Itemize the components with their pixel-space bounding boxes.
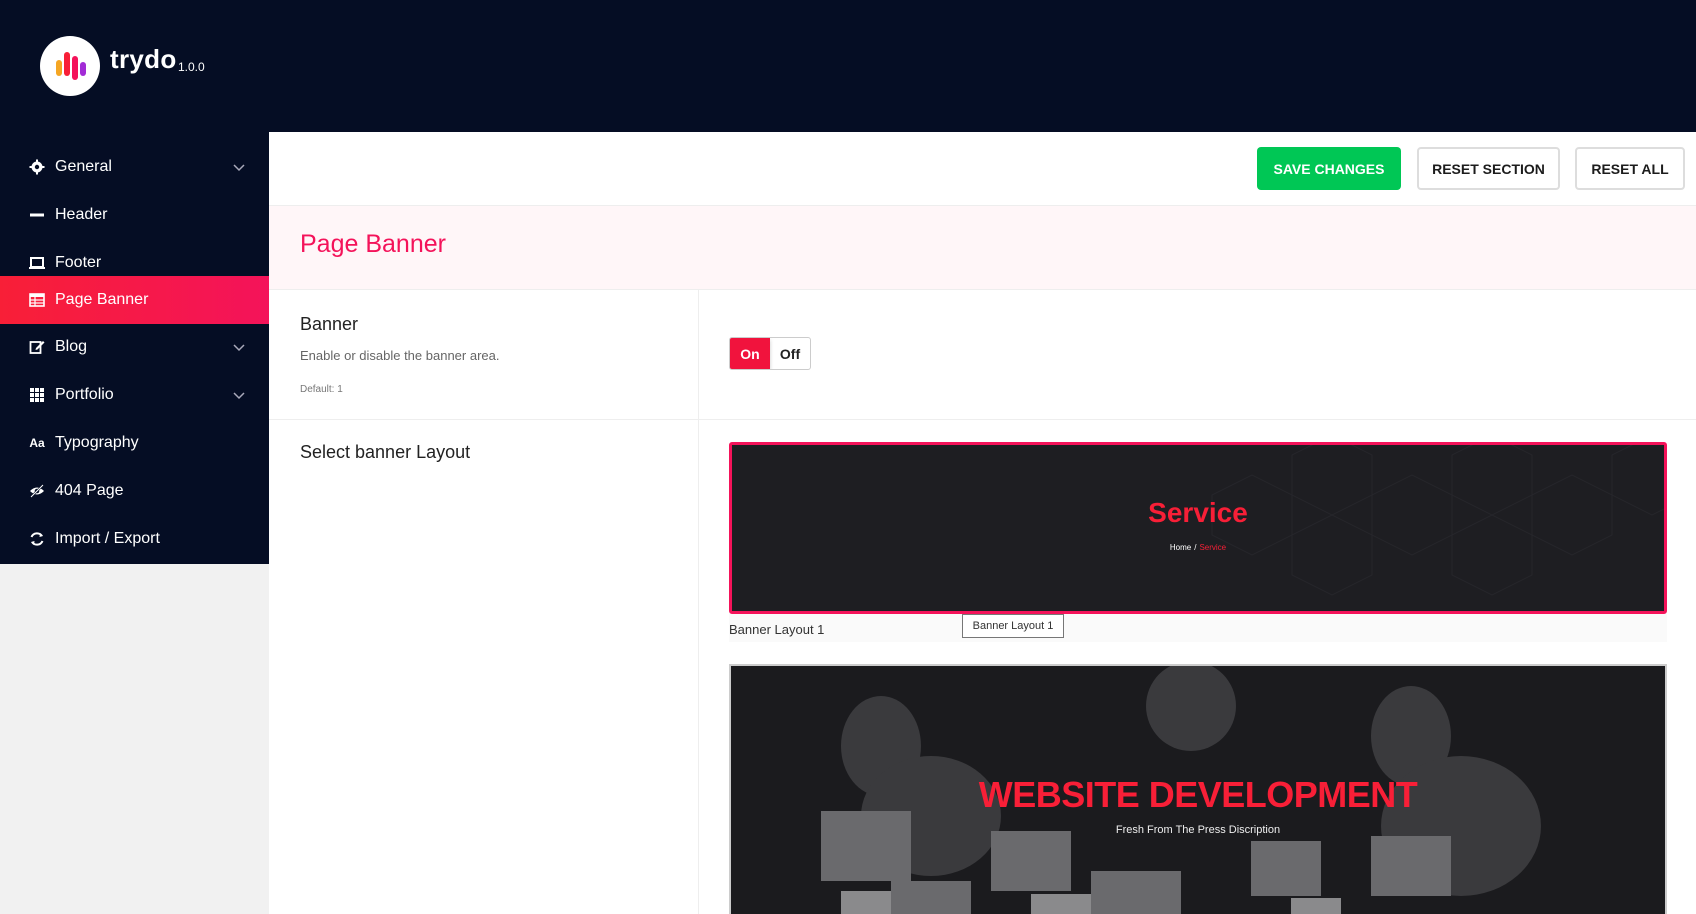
top-bar: trydo 1.0.0	[0, 0, 1696, 132]
banner-field-default: Default: 1	[300, 384, 343, 395]
sidebar-item-header[interactable]: Header	[0, 191, 269, 239]
brand-name: trydo	[110, 44, 177, 74]
breadcrumb-separator: /	[1194, 543, 1197, 552]
sidebar-item-label: Typography	[55, 434, 139, 451]
sidebar-empty-area	[0, 564, 269, 914]
sidebar-item-label: Footer	[55, 254, 102, 271]
breadcrumb-current: Service	[1199, 543, 1227, 552]
layout2-preview-title: WEBSITE DEVELOPMENT	[978, 774, 1418, 815]
chevron-down-icon	[233, 164, 245, 172]
tooltip: Banner Layout 1	[962, 614, 1064, 638]
logo-icon	[56, 52, 86, 80]
sidebar-item-label: Page Banner	[55, 291, 149, 308]
layout1-label-strip	[729, 612, 1667, 642]
reset-all-button[interactable]: RESET ALL	[1575, 147, 1685, 190]
brand-version: 1.0.0	[178, 60, 205, 74]
chevron-down-icon	[233, 392, 245, 400]
main-panel: SAVE CHANGES RESET SECTION RESET ALL Pag…	[269, 132, 1696, 914]
sidebar-item-label: Import / Export	[55, 530, 160, 547]
sidebar-item-label: Header	[55, 206, 108, 223]
font-icon: Aa	[29, 436, 45, 450]
banner-layout-1-option[interactable]: Service Home / Service	[729, 442, 1667, 614]
layout-field-title: Select banner Layout	[300, 442, 471, 462]
sidebar-item-general[interactable]: General	[0, 143, 269, 191]
sidebar-item-label: 404 Page	[55, 482, 124, 499]
sidebar-item-typography[interactable]: Aa Typography	[0, 419, 269, 467]
edit-icon	[28, 338, 46, 356]
sidebar-item-import-export[interactable]: Import / Export	[0, 515, 269, 563]
sidebar-item-label: General	[55, 158, 112, 175]
reset-section-button[interactable]: RESET SECTION	[1417, 147, 1560, 190]
sidebar-item-blog[interactable]: Blog	[0, 323, 269, 371]
layout2-preview-subtitle: Fresh From The Press Discription	[1115, 824, 1281, 836]
sidebar-item-404-page[interactable]: 404 Page	[0, 467, 269, 515]
gear-icon	[28, 158, 46, 176]
breadcrumb-home: Home	[1169, 543, 1192, 552]
toggle-on-button[interactable]: On	[730, 338, 770, 369]
section-header: Page Banner	[269, 206, 1696, 290]
banner-layout-1-label: Banner Layout 1	[729, 622, 825, 637]
table-icon	[28, 291, 46, 309]
layout1-preview-title: Service	[1148, 497, 1248, 528]
toggle-off-button[interactable]: Off	[770, 338, 810, 369]
grid-icon	[28, 386, 46, 404]
laptop-icon	[28, 254, 46, 272]
banner-layout-2-option[interactable]: WEBSITE DEVELOPMENT Fresh From The Press…	[729, 664, 1667, 914]
sidebar-item-label: Portfolio	[55, 386, 114, 403]
minus-icon	[28, 206, 46, 224]
banner-toggle: On Off	[729, 337, 811, 370]
section-title: Page Banner	[300, 230, 446, 258]
sidebar-item-page-banner[interactable]: Page Banner	[0, 276, 269, 324]
chevron-down-icon	[233, 344, 245, 352]
sidebar-item-portfolio[interactable]: Portfolio	[0, 371, 269, 419]
logo	[40, 36, 100, 96]
save-changes-button[interactable]: SAVE CHANGES	[1257, 147, 1401, 190]
toolbar: SAVE CHANGES RESET SECTION RESET ALL	[269, 132, 1696, 206]
eye-slash-icon	[28, 482, 46, 500]
banner-field-title: Banner	[300, 314, 359, 334]
banner-option-row: Banner Enable or disable the banner area…	[269, 290, 1696, 420]
sidebar-item-label: Blog	[55, 338, 88, 355]
refresh-icon	[28, 530, 46, 548]
sidebar: General Header Footer Page Banner Blog P…	[0, 132, 269, 564]
layout1-breadcrumb: Home / Service	[732, 543, 1664, 552]
banner-field-description: Enable or disable the banner area.	[300, 348, 500, 363]
